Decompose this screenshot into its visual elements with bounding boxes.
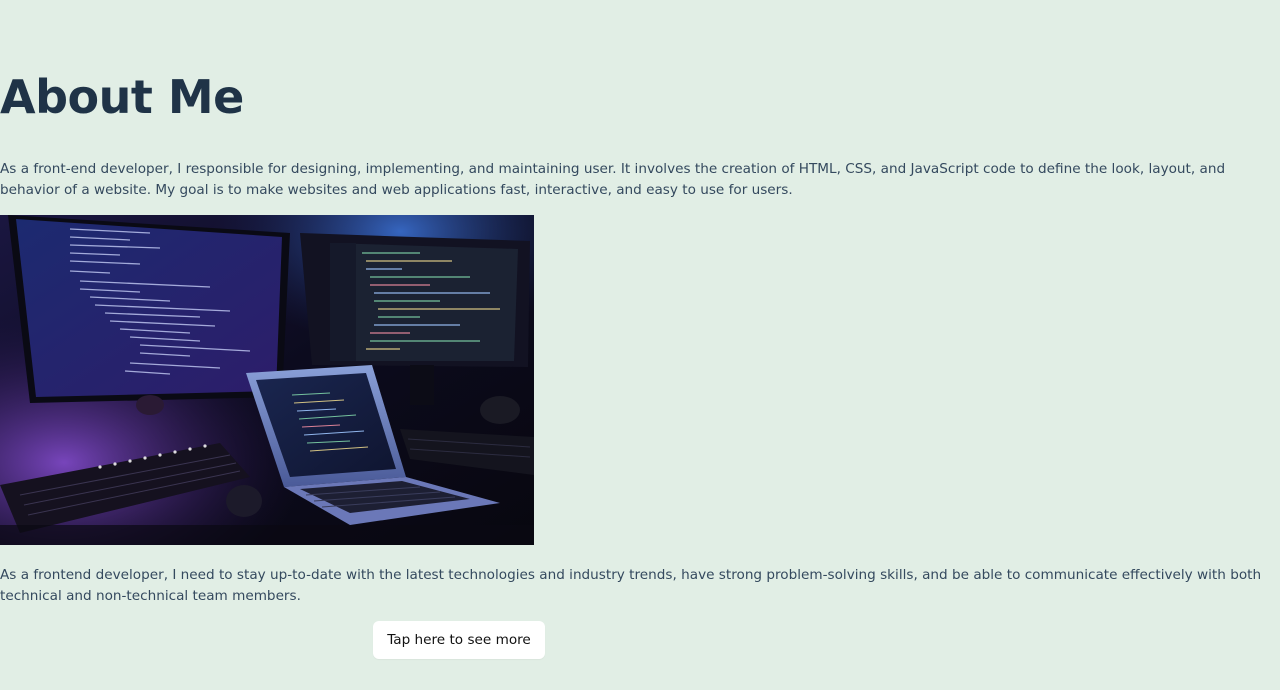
skills-paragraph: As a frontend developer, I need to stay …	[0, 567, 1262, 604]
developer-workstation-image	[0, 215, 534, 545]
about-page: About Me As a front-end developer, I res…	[0, 0, 1280, 690]
page-title: About Me	[0, 70, 244, 124]
intro-paragraph: As a front-end developer, I responsible …	[0, 161, 1226, 198]
see-more-button[interactable]: Tap here to see more	[373, 621, 545, 659]
